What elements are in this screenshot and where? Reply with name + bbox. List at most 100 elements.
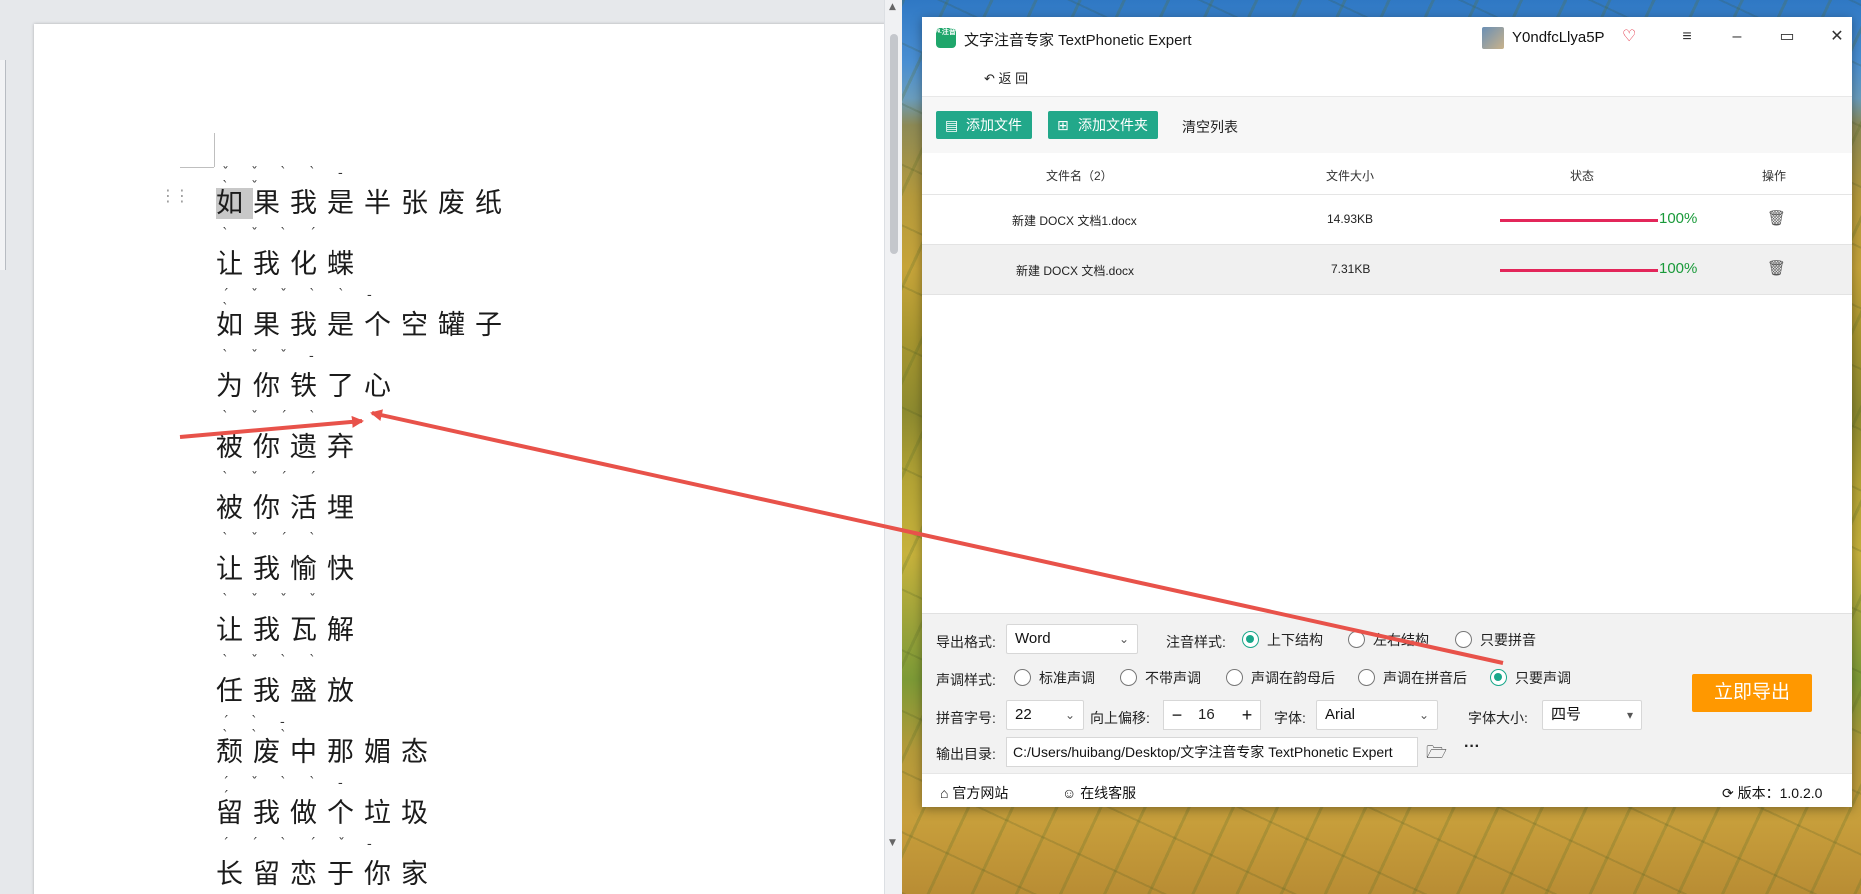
line-text: 让我愉快 [216,554,364,585]
radio-label: 左右结构 [1373,632,1429,648]
version-label: 版本：1.0.2.0 [1737,785,1823,801]
delete-icon[interactable]: 🗑 [1767,209,1786,227]
output-dir-label: 输出目录: [936,746,996,762]
online-support-link[interactable]: ☺ 在线客服 [1062,783,1136,803]
font-label: 字体: [1274,710,1306,726]
file-name: 新建 DOCX 文档.docx [1016,264,1135,278]
official-website-link[interactable]: ⌂ 官方网站 [940,783,1008,803]
minus-button[interactable]: − [1166,701,1188,729]
font-size-label: 字体大小: [1468,710,1528,726]
font-size-select[interactable]: 四号 ▾ [1542,700,1642,730]
radio-circle [1490,669,1507,686]
delete-icon[interactable]: 🗑 [1767,259,1786,277]
avatar[interactable] [1482,27,1504,49]
col-status[interactable]: 状态 [1570,167,1594,184]
offset-value[interactable]: 16 [1198,701,1215,729]
chevron-down-icon: ⌄ [1064,708,1075,722]
chevron-down-icon: ⌄ [1118,632,1129,646]
window-edge [0,60,6,270]
radio-circle [1120,669,1137,686]
col-filesize[interactable]: 文件大小 [1326,167,1374,184]
file-size: 14.93KB [1327,212,1374,226]
back-arrow-icon: ↶ [984,71,999,86]
user-name[interactable]: Y0ndfcLlya5P [1512,29,1605,46]
radio-tone-after-vowel[interactable]: 声调在韵母后 [1226,668,1335,688]
file-name: 新建 DOCX 文档1.docx [1012,214,1137,228]
radio-standard-tone[interactable]: 标准声调 [1014,668,1095,688]
sub-bar: ↶ 返 回 [922,57,1852,97]
radio-circle [1348,631,1365,648]
radio-tone-after-pinyin[interactable]: 声调在拼音后 [1358,668,1467,688]
folder-open-icon[interactable]: 🗁 [1426,740,1447,769]
annotation-style-label: 注音样式: [1166,634,1226,650]
plus-button[interactable]: + [1236,701,1258,729]
progress-percent: 100% [1659,260,1698,277]
tone-marks: ˋˇˇ- [222,348,336,364]
home-icon: ⌂ [940,785,953,801]
refresh-icon: ⟳ [1722,785,1738,801]
radio-label: 标准声调 [1039,670,1095,686]
radio-no-tone[interactable]: 不带声调 [1120,668,1201,688]
tone-style-label: 声调样式: [936,672,996,688]
maximize-button[interactable]: ▭ [1772,25,1802,49]
close-button[interactable]: ✕ [1822,25,1852,49]
line-text: 为你铁了心 [216,371,401,402]
minimize-button[interactable]: – [1722,25,1752,49]
file-table-header: 文件名（2） 文件大小 状态 操作 [922,153,1852,195]
radio-label: 声调在拼音后 [1383,670,1467,686]
scroll-down-icon[interactable]: ▼ [889,838,896,848]
progress-bar [1500,219,1658,222]
scrollbar-thumb[interactable] [890,34,898,254]
radio-top-bottom[interactable]: 上下结构 [1242,630,1323,650]
add-folder-label: 添加文件夹 [1078,117,1148,133]
menu-icon[interactable]: ≡ [1672,25,1702,49]
table-row[interactable]: 新建 DOCX 文档1.docx 14.93KB 100% 🗑 [922,195,1852,245]
pinyin-size-value: 22 [1015,706,1032,723]
radio-circle [1358,669,1375,686]
pinyin-size-label: 拼音字号: [936,710,996,726]
radio-tone-only[interactable]: 只要声调 [1490,668,1571,688]
output-dir-input[interactable]: C:/Users/huibang/Desktop/文字注音专家 TextPhon… [1006,737,1418,767]
version-info[interactable]: ⟳ 版本：1.0.2.0 [1722,783,1822,803]
col-action[interactable]: 操作 [1762,167,1786,184]
selected-char: 如 [216,188,253,219]
progress-bar [1500,269,1658,272]
clear-list-button[interactable]: 清空列表 [1182,117,1238,137]
offset-stepper[interactable]: − 16 + [1163,700,1261,730]
radio-pinyin-only[interactable]: 只要拼音 [1455,630,1536,650]
app-logo-icon: ᴺᴸ注音 [936,28,956,48]
offset-label: 向上偏移: [1090,710,1150,726]
document-page[interactable] [34,24,886,894]
radio-label: 上下结构 [1267,632,1323,648]
add-folder-button[interactable]: ⊞ 添加文件夹 [1048,111,1158,139]
pinyin-size-select[interactable]: 22 ⌄ [1006,700,1084,730]
chevron-down-icon: ⌄ [1418,708,1429,722]
drag-handle-icon[interactable]: ⋮⋮ [160,186,190,205]
back-label: 返 回 [998,71,1029,86]
document-scrollbar[interactable]: ▲ ▼ [884,0,902,894]
font-size-value: 四号 [1551,706,1582,723]
line-text: 长留恋于你家 [216,859,438,890]
export-now-button[interactable]: 立即导出 [1692,674,1812,712]
add-file-button[interactable]: ▤ 添加文件 [936,111,1032,139]
more-options-icon[interactable]: ··· [1464,738,1480,756]
app-title: 文字注音专家 TextPhonetic Expert [964,32,1192,49]
textphonetic-app-window: ᴺᴸ注音 文字注音专家 TextPhonetic Expert Y0ndfcLl… [922,17,1852,807]
title-bar[interactable]: ᴺᴸ注音 文字注音专家 TextPhonetic Expert Y0ndfcLl… [922,17,1852,57]
radio-left-right[interactable]: 左右结构 [1348,630,1429,650]
tone-marks: ˋˇˊˊ [222,470,338,486]
scroll-up-icon[interactable]: ▲ [889,2,896,12]
font-select[interactable]: Arial ⌄ [1316,700,1438,730]
back-button[interactable]: ↶ 返 回 [984,68,1028,87]
export-format-label: 导出格式: [936,634,996,650]
table-row[interactable]: 新建 DOCX 文档.docx 7.31KB 100% 🗑 [922,245,1852,295]
word-document-window: ⋮⋮ ˇˇˋˋ-ˋˇ 如果我是半张废纸 ˋˇˋˊ 让我化蝶 ˊˇˇˋˋ-ˋ 如果我是个… [0,0,902,894]
col-filename[interactable]: 文件名（2） [1046,167,1113,184]
progress-percent: 100% [1659,210,1698,227]
file-size: 7.31KB [1331,262,1371,276]
line-text: 让我化蝶 [216,249,364,280]
vip-heart-icon[interactable]: ♡ [1622,26,1636,46]
line-text: 颓废中那媚态 [216,737,438,768]
export-format-select[interactable]: Word ⌄ [1006,624,1138,654]
line-text: 如果我是个空罐子 [216,310,512,341]
